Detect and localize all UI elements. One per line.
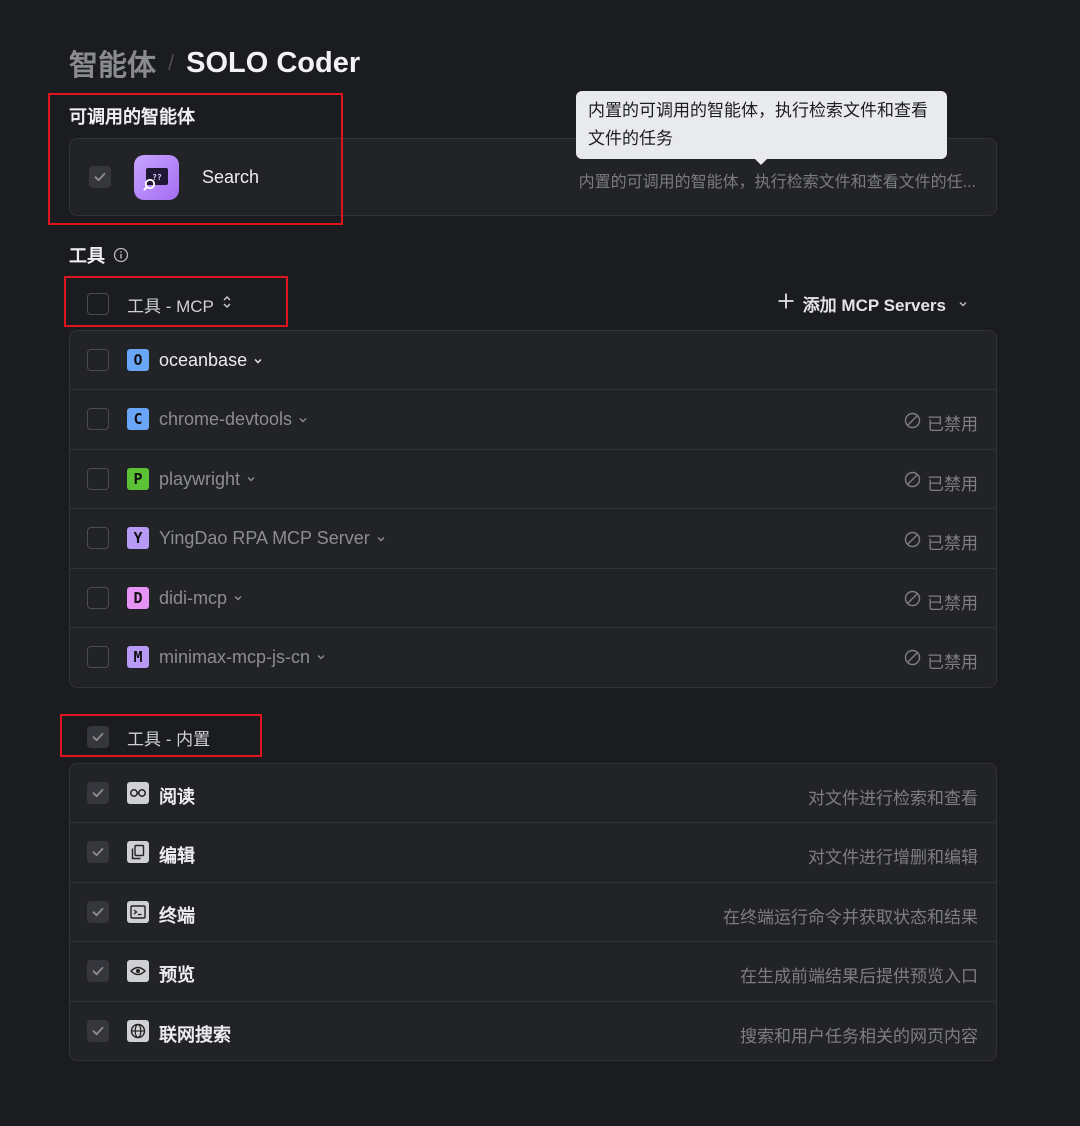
tool-row[interactable]: 编辑 对文件进行增删和编辑	[70, 823, 996, 883]
glasses-icon	[127, 782, 149, 804]
mcp-server-list: O oceanbase C chrome-devtools 已禁用 P play…	[69, 330, 997, 688]
highlight-box-mcp	[64, 276, 288, 327]
chevron-down-icon	[376, 534, 386, 544]
tool-name: 联网搜索	[159, 1024, 231, 1045]
add-mcp-servers-button[interactable]: 添加 MCP Servers	[777, 291, 968, 316]
status-text: 已禁用	[927, 474, 978, 494]
tooltip-arrow	[754, 158, 768, 165]
server-badge-icon: D	[127, 586, 149, 609]
tool-row[interactable]: 终端 在终端运行命令并获取状态和结果	[70, 883, 996, 943]
tool-checkbox[interactable]	[87, 782, 109, 804]
tool-row[interactable]: 阅读 对文件进行检索和查看	[70, 764, 996, 824]
mcp-server-checkbox[interactable]	[87, 349, 109, 371]
tools-title-text: 工具	[69, 246, 105, 266]
info-icon[interactable]	[113, 247, 129, 263]
mcp-server-row[interactable]: P playwright 已禁用	[70, 450, 996, 510]
chevron-down-icon	[958, 294, 968, 314]
terminal-icon	[127, 900, 149, 923]
server-badge-icon: Y	[127, 527, 149, 550]
status-badge: 已禁用	[904, 470, 978, 495]
tools-section-title: 工具	[69, 242, 129, 268]
breadcrumb-separator: /	[168, 50, 175, 75]
status-badge: 已禁用	[904, 529, 978, 554]
tool-description: 对文件进行检索和查看	[808, 789, 978, 808]
server-name-text: YingDao RPA MCP Server	[159, 528, 370, 549]
server-name-text: minimax-mcp-js-cn	[159, 646, 311, 667]
status-text: 已禁用	[927, 415, 978, 435]
status-badge: 已禁用	[904, 648, 978, 673]
tool-name: 编辑	[159, 846, 195, 867]
tool-checkbox[interactable]	[87, 841, 109, 864]
server-name[interactable]: playwright	[159, 469, 256, 490]
tooltip: 内置的可调用的智能体，执行检索文件和查看文件的任务	[576, 91, 947, 159]
server-name[interactable]: chrome-devtools	[159, 409, 308, 430]
status-badge: 已禁用	[904, 410, 978, 435]
breadcrumb-parent[interactable]: 智能体	[69, 42, 156, 84]
disabled-icon	[904, 531, 921, 553]
server-badge-icon: P	[127, 467, 149, 490]
tool-checkbox[interactable]	[87, 1019, 109, 1042]
mcp-server-row[interactable]: O oceanbase	[70, 331, 996, 391]
tool-name: 阅读	[159, 787, 195, 807]
server-badge-icon: O	[127, 349, 149, 371]
chevron-down-icon	[253, 356, 263, 366]
highlight-box-builtin	[60, 714, 262, 757]
tool-checkbox[interactable]	[87, 900, 109, 923]
server-badge-icon: M	[127, 645, 149, 668]
highlight-box-agents	[48, 93, 343, 225]
mcp-server-row[interactable]: D didi-mcp 已禁用	[70, 569, 996, 628]
tool-checkbox[interactable]	[87, 960, 109, 983]
mcp-server-row[interactable]: M minimax-mcp-js-cn 已禁用	[70, 628, 996, 687]
mcp-server-checkbox[interactable]	[87, 467, 109, 490]
mcp-server-checkbox[interactable]	[87, 408, 109, 431]
mcp-server-checkbox[interactable]	[87, 527, 109, 550]
chevron-down-icon	[246, 474, 256, 484]
mcp-server-checkbox[interactable]	[87, 645, 109, 668]
status-text: 已禁用	[927, 534, 978, 554]
disabled-icon	[904, 412, 921, 434]
status-text: 已禁用	[927, 652, 978, 672]
disabled-icon	[904, 471, 921, 493]
disabled-icon	[904, 649, 921, 671]
eye-icon	[127, 960, 149, 983]
tool-description: 搜索和用户任务相关的网页内容	[740, 1026, 978, 1046]
server-name[interactable]: didi-mcp	[159, 588, 243, 609]
page-title: SOLO Coder	[186, 46, 361, 79]
mcp-server-row[interactable]: C chrome-devtools 已禁用	[70, 390, 996, 450]
agent-description: 内置的可调用的智能体，执行检索文件和查看文件的任...	[578, 174, 976, 191]
mcp-server-checkbox[interactable]	[87, 586, 109, 609]
mcp-server-row[interactable]: Y YingDao RPA MCP Server 已禁用	[70, 509, 996, 569]
builtin-tool-list: 阅读 对文件进行检索和查看 编辑 对文件进行增删和编辑 终端 在终端运行命令并获…	[69, 763, 997, 1061]
tool-row[interactable]: 预览 在生成前端结果后提供预览入口	[70, 942, 996, 1002]
server-name-text: chrome-devtools	[159, 409, 293, 430]
server-name-text: playwright	[159, 468, 241, 489]
server-badge-icon: C	[127, 408, 149, 431]
copy-icon	[127, 841, 149, 864]
server-name-text: didi-mcp	[159, 587, 228, 608]
chevron-down-icon	[316, 652, 326, 662]
tool-row[interactable]: 联网搜索 搜索和用户任务相关的网页内容	[70, 1002, 996, 1060]
status-badge: 已禁用	[904, 589, 978, 614]
tool-name: 终端	[159, 905, 195, 926]
plus-icon	[777, 292, 795, 315]
server-name[interactable]: YingDao RPA MCP Server	[159, 528, 386, 549]
tool-description: 对文件进行增删和编辑	[808, 848, 978, 868]
chevron-down-icon	[233, 593, 243, 603]
tool-description: 在终端运行命令并获取状态和结果	[723, 907, 978, 927]
add-mcp-label: 添加 MCP Servers	[802, 296, 946, 315]
server-name[interactable]: oceanbase	[159, 350, 263, 371]
tool-name: 预览	[159, 965, 195, 986]
globe-icon	[127, 1019, 149, 1042]
tool-description: 在生成前端结果后提供预览入口	[740, 967, 978, 987]
disabled-icon	[904, 590, 921, 612]
chevron-down-icon	[298, 415, 308, 425]
server-name-text: oceanbase	[159, 350, 248, 370]
breadcrumb: 智能体 / SOLO Coder	[69, 42, 360, 84]
server-name[interactable]: minimax-mcp-js-cn	[159, 647, 326, 668]
status-text: 已禁用	[927, 593, 978, 613]
